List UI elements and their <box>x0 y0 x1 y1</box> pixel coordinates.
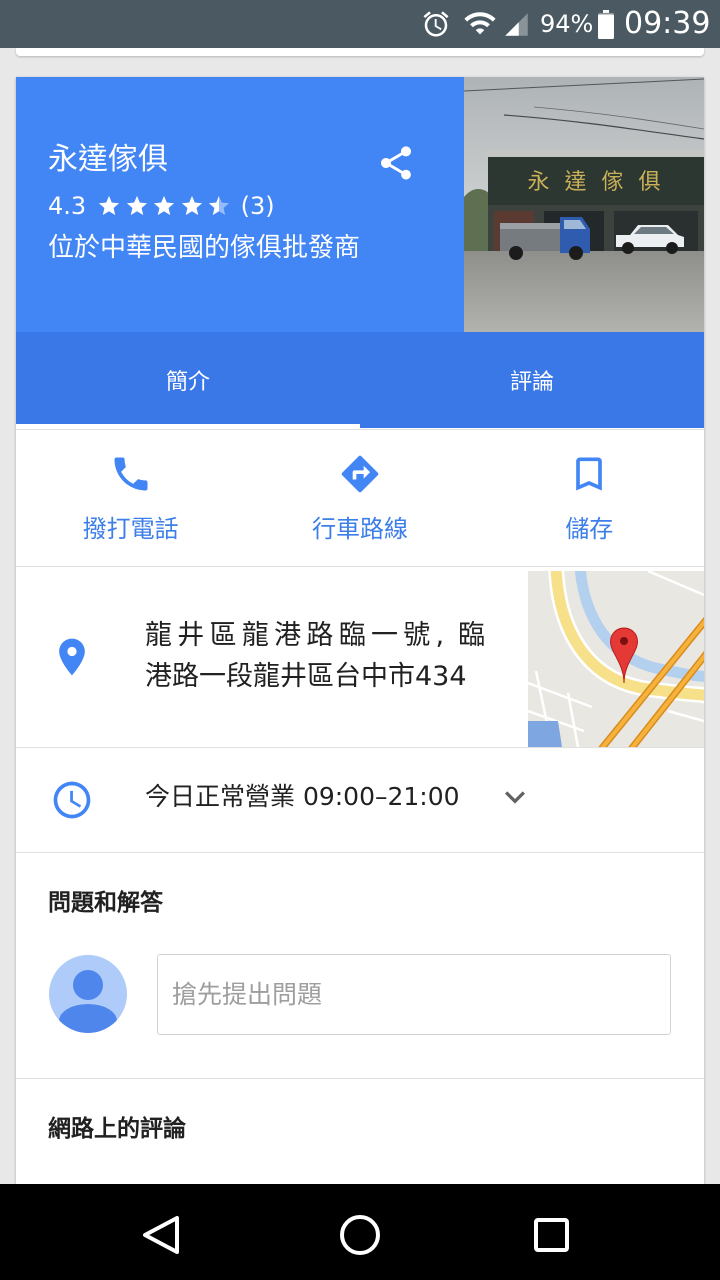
save-button[interactable]: 儲存 <box>475 430 704 566</box>
navigation-bar <box>0 1184 720 1280</box>
clock-icon <box>50 778 94 822</box>
chevron-down-icon[interactable] <box>495 777 535 817</box>
active-tab-indicator <box>16 424 360 428</box>
tab-bar: 簡介 評論 <box>16 332 704 428</box>
star-icon <box>152 194 176 218</box>
battery-icon <box>598 10 614 39</box>
rating-value: 4.3 <box>48 192 87 220</box>
wifi-icon <box>463 6 497 40</box>
rating-row[interactable]: 4.3 (3) <box>48 190 275 222</box>
avatar-icon <box>49 955 127 1033</box>
back-icon[interactable] <box>141 1215 181 1255</box>
tab-reviews[interactable]: 評論 <box>360 332 704 428</box>
directions-icon <box>338 452 382 496</box>
hours-row[interactable]: 今日正常營業 09:00–21:00 <box>16 748 704 852</box>
action-row: 撥打電話 行車路線 儲存 <box>16 430 704 566</box>
call-label: 撥打電話 <box>82 515 179 543</box>
questions-section: 問題和解答 <box>16 853 704 1078</box>
star-icon <box>125 194 149 218</box>
review-count: (3) <box>240 192 275 220</box>
address-text: 龍井區龍港路臨一號, 臨 港路一段龍井區台中市434 <box>145 615 485 697</box>
map-water <box>528 721 562 747</box>
save-label: 儲存 <box>565 515 614 543</box>
previous-card-edge <box>16 48 704 56</box>
place-icon <box>50 635 94 679</box>
clock-time: 09:39 <box>624 6 711 41</box>
directions-button[interactable]: 行車路線 <box>245 430 474 566</box>
share-icon[interactable] <box>376 143 416 183</box>
recents-icon[interactable] <box>532 1215 572 1255</box>
map-thumbnail[interactable] <box>528 571 704 747</box>
address-line: 港路一段龍井區台中市434 <box>145 661 467 692</box>
address-line: 龍井區龍港路臨一號, 臨 <box>145 620 485 651</box>
rating-stars <box>97 194 235 218</box>
place-category: 位於中華民國的傢俱批發商 <box>48 233 361 263</box>
signal-icon <box>503 11 530 38</box>
web-reviews-title: 網路上的評論 <box>48 1116 186 1142</box>
place-name: 永達傢俱 <box>48 142 168 177</box>
place-card: 永達傢俱 4.3 (3) 位於中華民國的傢俱批發商 永 達 傢 俱 簡介 評論 … <box>16 77 704 1280</box>
store-sign-text: 永 達 傢 俱 <box>528 170 665 195</box>
star-icon <box>180 194 204 218</box>
questions-title: 問題和解答 <box>48 890 163 916</box>
star-icon <box>207 194 231 218</box>
ask-question-input[interactable] <box>157 954 671 1035</box>
building-roof <box>486 150 704 158</box>
status-bar: 94% 09:39 <box>0 0 720 48</box>
ground <box>464 251 704 332</box>
screen: 94% 09:39 永達傢俱 4.3 (3) 位於中華民國的傢俱批發商 永 達 … <box>0 0 720 1280</box>
alarm-icon <box>421 9 451 39</box>
address-row[interactable]: 龍井區龍港路臨一號, 臨 港路一段龍井區台中市434 <box>16 567 704 747</box>
street-view-photo[interactable]: 永 達 傢 俱 <box>464 77 704 332</box>
call-button[interactable]: 撥打電話 <box>16 430 245 566</box>
tab-overview[interactable]: 簡介 <box>16 332 360 428</box>
place-header: 永達傢俱 4.3 (3) 位於中華民國的傢俱批發商 <box>16 77 464 332</box>
bookmark-icon <box>567 452 611 496</box>
home-icon[interactable] <box>338 1213 382 1257</box>
hours-text: 今日正常營業 09:00–21:00 <box>145 782 460 811</box>
directions-label: 行車路線 <box>311 515 408 543</box>
phone-icon <box>109 452 153 496</box>
star-icon <box>97 194 121 218</box>
battery-percent: 94% <box>540 10 594 38</box>
